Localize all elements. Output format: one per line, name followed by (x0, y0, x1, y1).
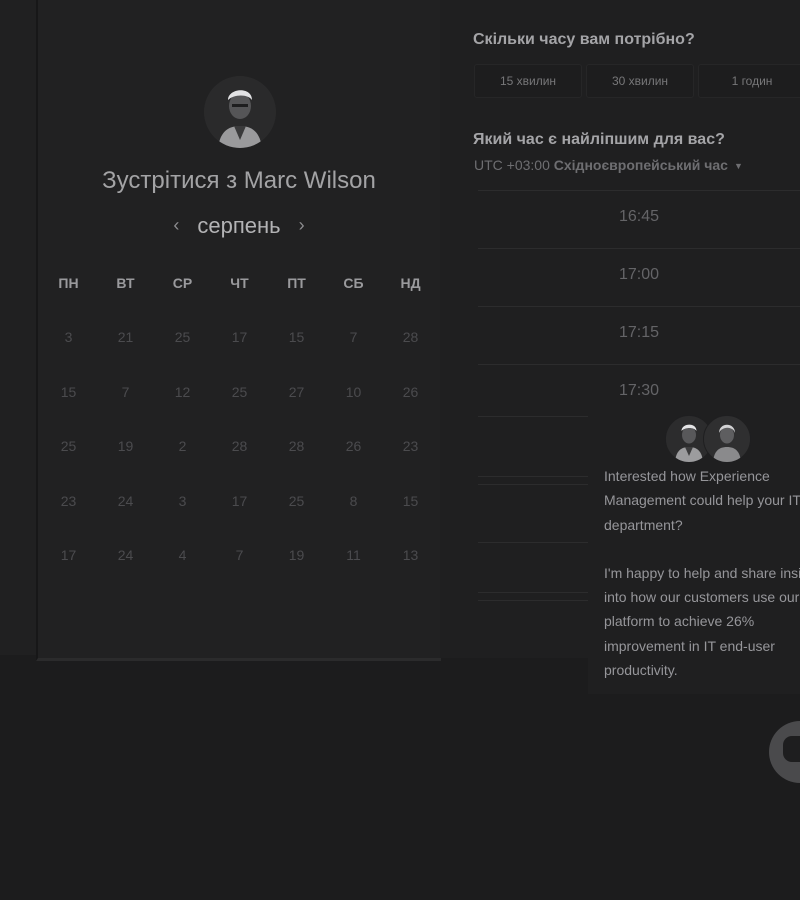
calendar-day[interactable]: 15 (40, 382, 97, 402)
calendar-day[interactable]: 21 (97, 327, 154, 347)
calendar-day[interactable]: 4 (154, 545, 211, 565)
calendar-day[interactable]: 23 (40, 491, 97, 511)
chat-message-text: Interested how Experience Management cou… (604, 468, 800, 533)
weekday-label: ВТ (116, 275, 135, 291)
chat-agent-avatars (665, 415, 755, 463)
host-avatar (204, 76, 276, 148)
weekday-label: СР (172, 275, 193, 291)
calendar-day[interactable]: 25 (211, 382, 268, 402)
calendar-day[interactable]: 28 (268, 436, 325, 456)
time-slot[interactable]: 17:15 (478, 306, 800, 359)
duration-options: 15 хвилин 30 хвилин 1 годин (474, 64, 800, 98)
calendar-day[interactable]: 26 (325, 436, 382, 456)
weekday-label: НД (400, 275, 421, 291)
weekday-label: ПН (58, 275, 79, 291)
calendar-day[interactable]: 10 (325, 382, 382, 402)
calendar-day[interactable]: 3 (40, 327, 97, 347)
month-navigation: ‹ серпень › (38, 213, 440, 239)
calendar-day[interactable]: 15 (268, 327, 325, 347)
weekday-label: СБ (343, 275, 364, 291)
calendar-day[interactable]: 25 (268, 491, 325, 511)
calendar-day[interactable]: 7 (97, 382, 154, 402)
month-label: серпень (197, 213, 281, 238)
duration-option-30[interactable]: 30 хвилин (586, 64, 694, 98)
slot-divider (478, 542, 588, 543)
chat-icon (783, 736, 800, 762)
slot-divider (478, 416, 588, 417)
calendar-day[interactable]: 24 (97, 491, 154, 511)
calendar-day[interactable]: 8 (325, 491, 382, 511)
calendar-day[interactable]: 19 (268, 545, 325, 565)
calendar-week: 3 21 25 17 15 7 28 (38, 327, 440, 382)
chat-message: Interested how Experience Management cou… (588, 464, 800, 695)
calendar-day[interactable]: 25 (154, 327, 211, 347)
calendar-day[interactable]: 24 (97, 545, 154, 565)
timezone-selector[interactable]: UTC +03:00 Східноєвропейський час ▼ (474, 157, 743, 173)
chat-agent-avatar (703, 415, 751, 463)
calendar-day[interactable]: 28 (382, 327, 439, 347)
calendar-day[interactable]: 2 (154, 436, 211, 456)
slot-divider (478, 592, 588, 593)
weekday-label: ЧТ (230, 275, 249, 291)
calendar-day[interactable]: 28 (211, 436, 268, 456)
calendar-day[interactable]: 17 (40, 545, 97, 565)
next-month-button[interactable]: › (287, 215, 317, 236)
calendar-day[interactable]: 7 (325, 327, 382, 347)
calendar-day[interactable]: 13 (382, 545, 439, 565)
time-slot[interactable]: 17:30 (478, 364, 800, 417)
timezone-name: Східноєвропейський час (553, 157, 728, 173)
calendar-day[interactable]: 7 (211, 545, 268, 565)
weekday-label: ПТ (287, 275, 306, 291)
calendar-week: 23 24 3 17 25 8 15 (38, 491, 440, 546)
calendar-day[interactable]: 23 (382, 436, 439, 456)
calendar-day[interactable]: 25 (40, 436, 97, 456)
calendar-day[interactable]: 15 (382, 491, 439, 511)
caret-down-icon: ▼ (733, 161, 743, 171)
time-question: Який час є найліпшим для вас? (473, 131, 725, 148)
timezone-offset: UTC +03:00 (474, 157, 550, 173)
chat-message-text: I'm happy to help and share insight into… (604, 564, 800, 679)
duration-question: Скільки часу вам потрібно? (473, 31, 695, 48)
calendar-day[interactable]: 12 (154, 382, 211, 402)
calendar-week: 25 19 2 28 28 26 23 (38, 436, 440, 491)
slot-divider (478, 484, 588, 485)
weekday-header: ПН ВТ СР ЧТ ПТ СБ НД (38, 275, 442, 291)
calendar-day[interactable]: 17 (211, 327, 268, 347)
calendar-day[interactable]: 17 (211, 491, 268, 511)
duration-option-15[interactable]: 15 хвилин (474, 64, 582, 98)
time-slot[interactable]: 17:00 (478, 248, 800, 301)
prev-month-button[interactable]: ‹ (161, 215, 191, 236)
slot-divider (478, 600, 588, 601)
time-slot[interactable]: 16:45 (478, 190, 800, 243)
calendar-panel: Зустрітися з Marc Wilson ‹ серпень › ПН ВТ… (36, 0, 440, 661)
duration-option-60[interactable]: 1 годин (698, 64, 800, 98)
calendar-grid: 3 21 25 17 15 7 28 15 7 12 25 27 10 26 2… (38, 327, 440, 600)
calendar-week: 17 24 4 7 19 11 13 (38, 545, 440, 600)
calendar-day[interactable]: 26 (382, 382, 439, 402)
calendar-day[interactable]: 3 (154, 491, 211, 511)
calendar-day[interactable]: 27 (268, 382, 325, 402)
calendar-day[interactable]: 19 (97, 436, 154, 456)
time-slot-list: 16:45 17:00 17:15 17:30 (478, 190, 800, 417)
calendar-day[interactable]: 11 (325, 545, 382, 565)
calendar-week: 15 7 12 25 27 10 26 (38, 382, 440, 437)
host-title: Зустрітися з Marc Wilson (102, 167, 376, 194)
chat-launcher-button[interactable] (769, 721, 800, 783)
slot-divider (478, 476, 588, 477)
